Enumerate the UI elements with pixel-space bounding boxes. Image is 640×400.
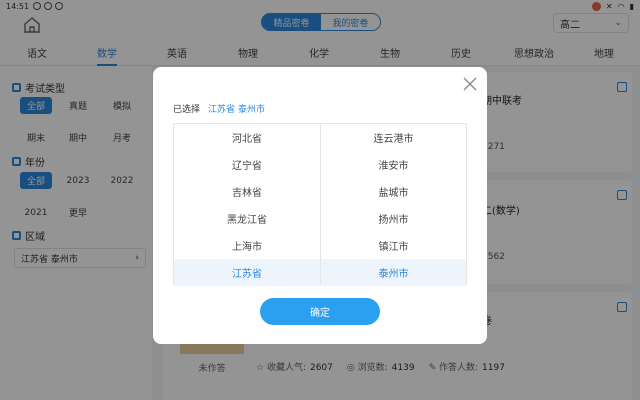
confirm-button[interactable]: 确定 bbox=[260, 298, 380, 325]
city-option[interactable]: 扬州市 bbox=[321, 205, 466, 232]
city-option[interactable]: 淮安市 bbox=[321, 151, 466, 178]
selected-value: 江苏省 泰州市 bbox=[208, 105, 266, 115]
region-picker-dialog: 已选择 江苏省 泰州市 河北省 辽宁省 吉林省 黑龙江省 上海市 江苏省 连云港… bbox=[153, 67, 487, 344]
province-option[interactable]: 上海市 bbox=[174, 232, 320, 259]
province-list[interactable]: 河北省 辽宁省 吉林省 黑龙江省 上海市 江苏省 bbox=[174, 124, 320, 286]
city-option[interactable]: 镇江市 bbox=[321, 232, 466, 259]
province-option[interactable]: 吉林省 bbox=[174, 178, 320, 205]
province-option[interactable]: 辽宁省 bbox=[174, 151, 320, 178]
city-option[interactable]: 盐城市 bbox=[321, 178, 466, 205]
province-option[interactable]: 河北省 bbox=[174, 124, 320, 151]
province-option-selected[interactable]: 江苏省 bbox=[174, 259, 320, 286]
province-option[interactable]: 黑龙江省 bbox=[174, 205, 320, 232]
selected-label: 已选择 bbox=[173, 105, 201, 115]
selected-region: 已选择 江苏省 泰州市 bbox=[173, 102, 265, 115]
close-icon[interactable] bbox=[462, 76, 478, 92]
city-option-selected[interactable]: 泰州市 bbox=[321, 259, 466, 286]
city-option[interactable]: 连云港市 bbox=[321, 124, 466, 151]
city-list[interactable]: 连云港市 淮安市 盐城市 扬州市 镇江市 泰州市 bbox=[320, 124, 466, 286]
region-picker: 河北省 辽宁省 吉林省 黑龙江省 上海市 江苏省 连云港市 淮安市 盐城市 扬州… bbox=[173, 123, 467, 286]
